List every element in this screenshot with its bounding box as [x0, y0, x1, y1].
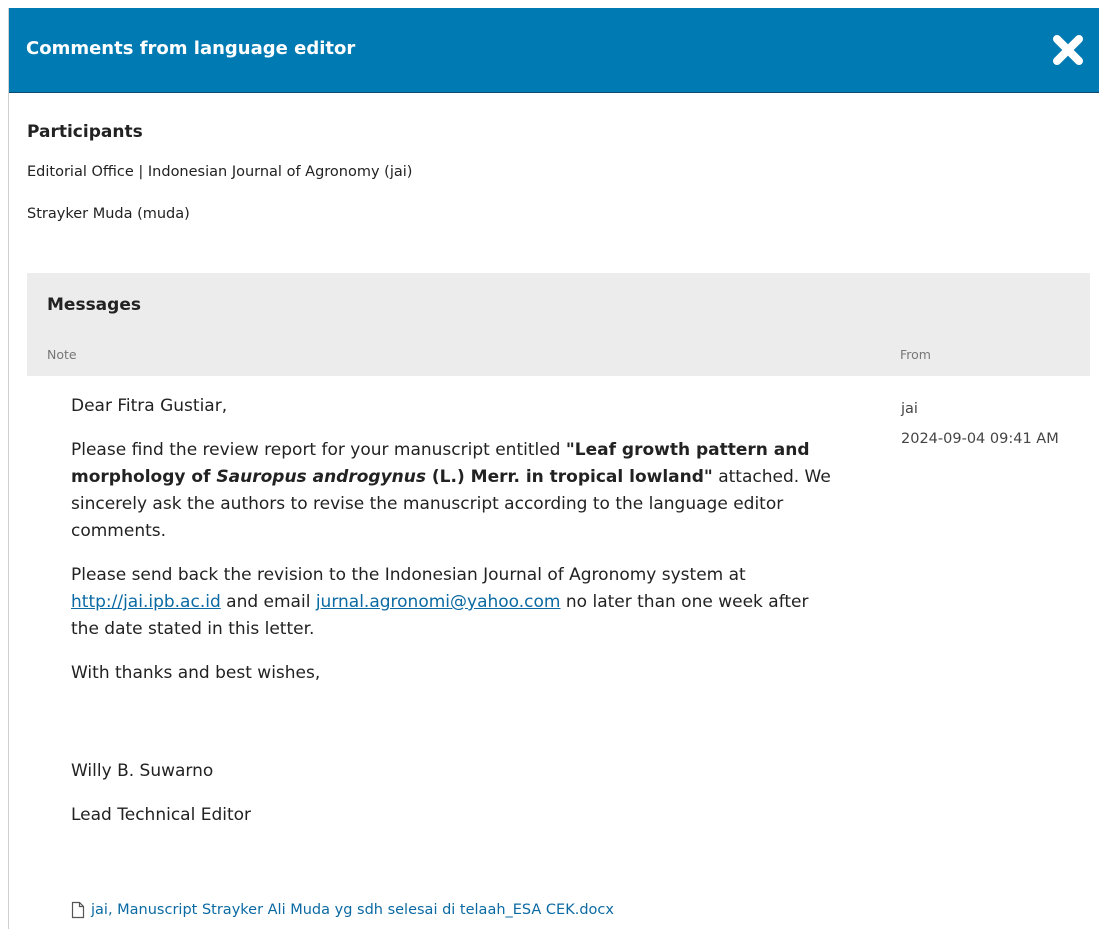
website-link[interactable]: http://jai.ipb.ac.id — [71, 592, 221, 612]
close-icon — [1053, 35, 1083, 65]
message-paragraph: Please find the review report for your m… — [71, 437, 831, 545]
text: (L.) Merr. in tropical lowland" — [425, 467, 713, 487]
from-date: 2024-09-04 09:41 AM — [901, 431, 1059, 447]
closing: With thanks and best wishes, — [71, 663, 321, 683]
modal-title: Comments from language editor — [26, 38, 356, 59]
attachment-filename: jai, Manuscript Strayker Ali Muda yg sdh… — [91, 902, 614, 918]
modal: Comments from language editor Participan… — [8, 8, 1099, 929]
attachment-link[interactable]: jai, Manuscript Strayker Ali Muda yg sdh… — [71, 901, 614, 919]
modal-header: Comments from language editor — [9, 8, 1099, 93]
message-from: jai 2024-09-04 09:41 AM — [901, 394, 1081, 454]
file-icon — [71, 901, 85, 919]
column-header-note: Note — [47, 347, 77, 362]
text: Please send back the revision to the Ind… — [71, 565, 746, 585]
email-link[interactable]: jurnal.agronomi@yahoo.com — [316, 592, 561, 612]
participant-item: Editorial Office | Indonesian Journal of… — [27, 164, 413, 180]
species-name: Sauropus androgynus — [216, 467, 426, 487]
message-paragraph: Please send back the revision to the Ind… — [71, 562, 831, 643]
text: and email — [220, 592, 316, 612]
from-user: jai — [901, 401, 918, 417]
messages-heading: Messages — [47, 295, 141, 315]
signer-name: Willy B. Suwarno — [71, 761, 214, 781]
greeting: Dear Fitra Gustiar, — [71, 396, 228, 416]
message-note: Dear Fitra Gustiar, Please find the revi… — [71, 393, 831, 846]
participants-heading: Participants — [27, 122, 143, 142]
text: Please find the review report for your m… — [71, 440, 566, 460]
close-button[interactable] — [1048, 30, 1088, 70]
column-header-from: From — [900, 347, 931, 362]
signer-title: Lead Technical Editor — [71, 805, 252, 825]
participant-item: Strayker Muda (muda) — [27, 206, 190, 222]
messages-panel: Messages Note From — [27, 273, 1090, 376]
